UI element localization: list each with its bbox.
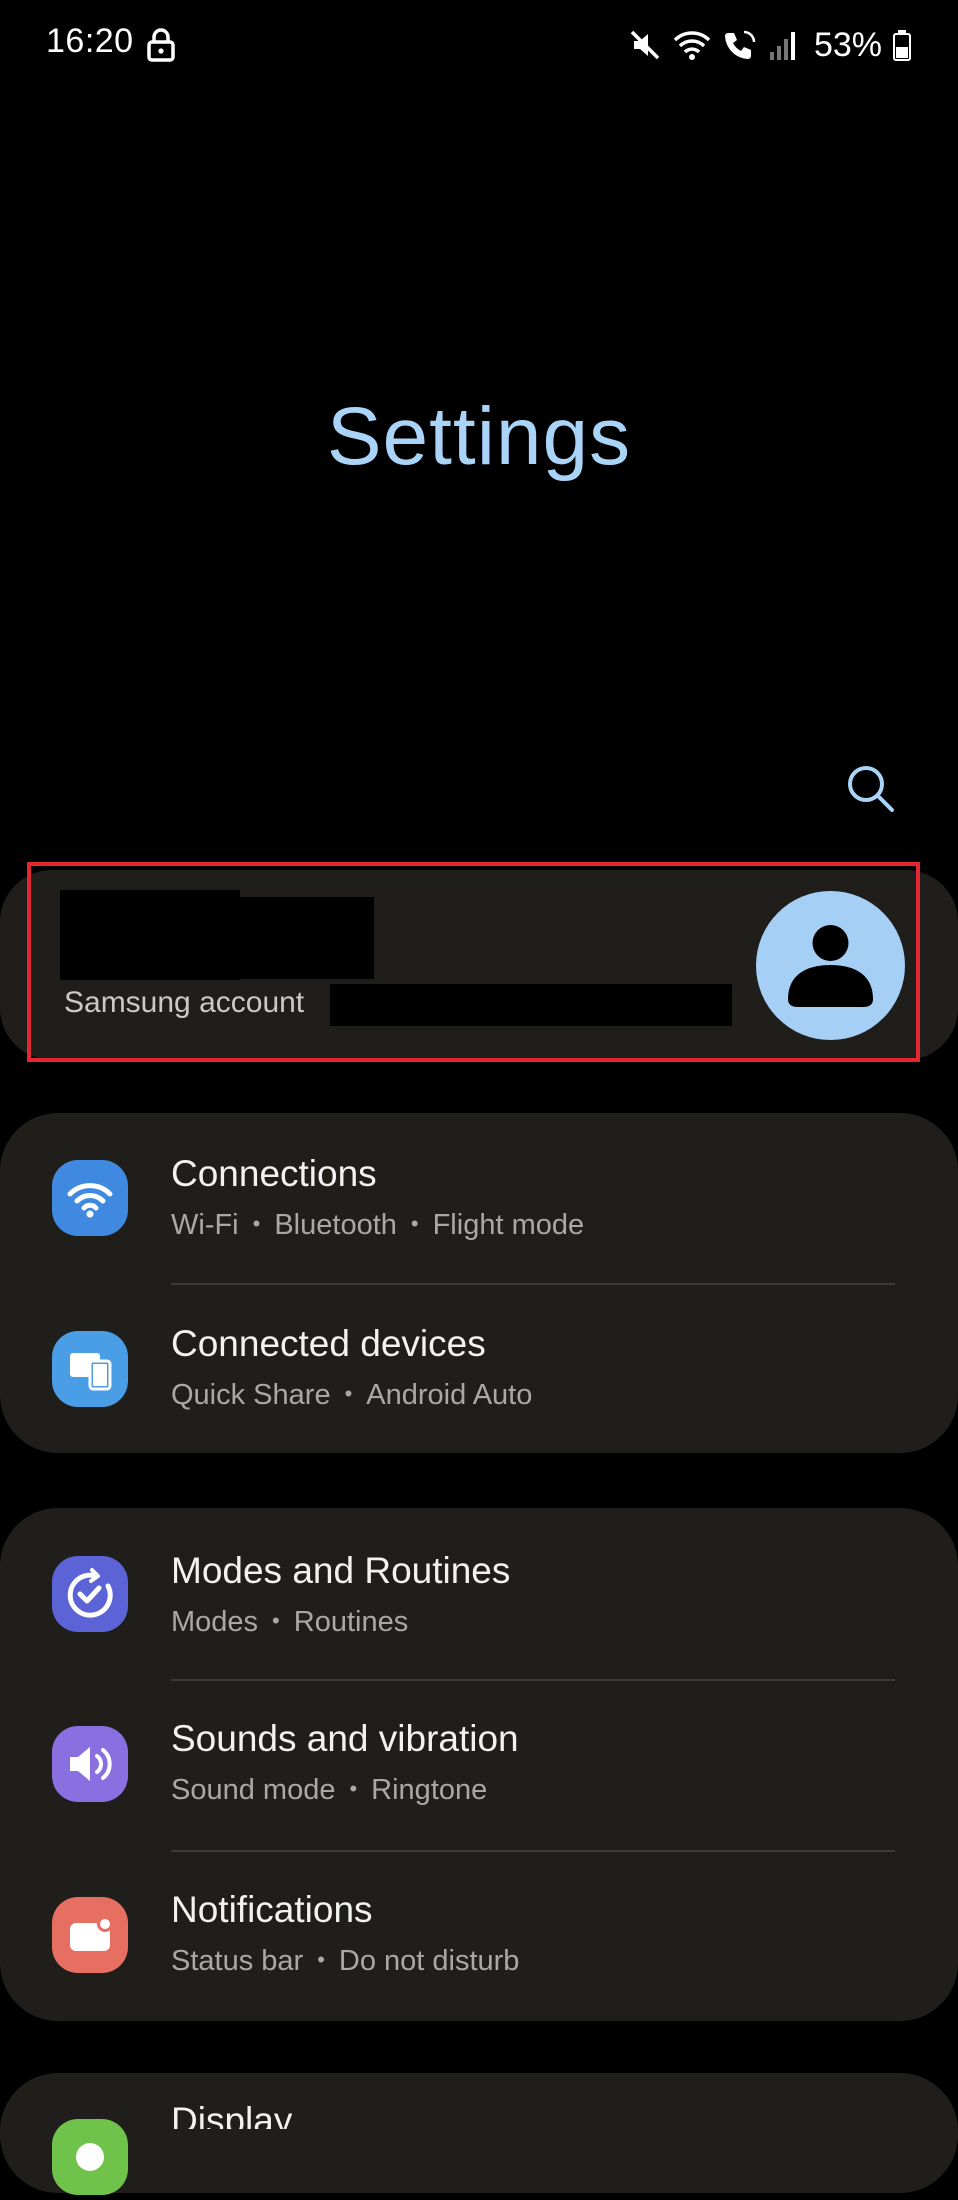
- settings-item-notifications[interactable]: Notifications Status bar • Do not disturb: [0, 1851, 958, 2021]
- settings-item-sounds-vibration[interactable]: Sounds and vibration Sound mode • Ringtone: [0, 1680, 958, 1850]
- devices-icon: [70, 1353, 112, 1391]
- battery-icon: [893, 30, 911, 61]
- settings-item-title: Sounds and vibration: [171, 1718, 519, 1759]
- notifications-icon-tile: [52, 1897, 128, 1973]
- wifi-icon: [673, 31, 711, 60]
- person-icon: [788, 925, 873, 1007]
- modes-icon-tile: [52, 1556, 128, 1632]
- settings-group-display: [0, 2073, 958, 2195]
- settings-item-title: Notifications: [171, 1889, 373, 1930]
- speaker-icon: [70, 1747, 112, 1781]
- settings-item-connected-devices[interactable]: Connected devices Quick Share • Android Au…: [0, 1285, 958, 1455]
- status-time: 16:20: [46, 22, 134, 60]
- notification-icon: [70, 1916, 113, 1951]
- settings-item-modes-routines[interactable]: Modes and Routines Modes • Routines: [0, 1508, 958, 1678]
- settings-item-subtitle: Modes • Routines: [171, 1606, 409, 1638]
- settings-item-title: Connected devices: [171, 1323, 486, 1364]
- search-icon[interactable]: [842, 760, 898, 816]
- settings-item-display[interactable]: Display: [171, 2100, 292, 2129]
- account-name-redacted: [60, 890, 240, 980]
- display-icon: [76, 2143, 104, 2171]
- display-icon-tile: [52, 2119, 128, 2195]
- connections-icon-tile: [52, 1160, 128, 1236]
- settings-item-subtitle: Status bar • Do not disturb: [171, 1945, 520, 1977]
- account-name-redacted: [240, 897, 374, 979]
- settings-item-subtitle: Wi-Fi • Bluetooth • Flight mode: [171, 1209, 585, 1241]
- account-email-redacted: [330, 984, 732, 1026]
- signal-icon: [769, 32, 795, 60]
- mute-icon: [630, 30, 660, 60]
- modes-check-icon: [67, 1568, 113, 1618]
- avatar[interactable]: [756, 891, 905, 1040]
- settings-item-title: Modes and Routines: [171, 1550, 511, 1591]
- page-title: Settings: [326, 391, 632, 482]
- wifi-calling-icon: [724, 30, 756, 59]
- wifi-icon: [67, 1183, 113, 1218]
- settings-item-subtitle: Quick Share • Android Auto: [171, 1379, 533, 1411]
- settings-item-subtitle: Sound mode • Ringtone: [171, 1774, 488, 1806]
- settings-group-personal: Modes and Routines Modes • Routines Sounds…: [0, 1508, 958, 2021]
- settings-item-connections[interactable]: Connections Wi-Fi • Bluetooth • Flight mode: [0, 1113, 958, 1283]
- settings-group-connectivity: Connections Wi-Fi • Bluetooth • Flight mode …: [0, 1113, 958, 1453]
- battery-percent: 53%: [813, 25, 882, 64]
- settings-item-title: Connections: [171, 1153, 377, 1194]
- status-bar: 16:20 53%: [0, 0, 958, 90]
- lock-icon: [147, 28, 175, 62]
- connected-devices-icon-tile: [52, 1331, 128, 1407]
- status-icons: 53%: [628, 22, 912, 68]
- sounds-icon-tile: [52, 1726, 128, 1802]
- account-label: Samsung account: [64, 986, 305, 1019]
